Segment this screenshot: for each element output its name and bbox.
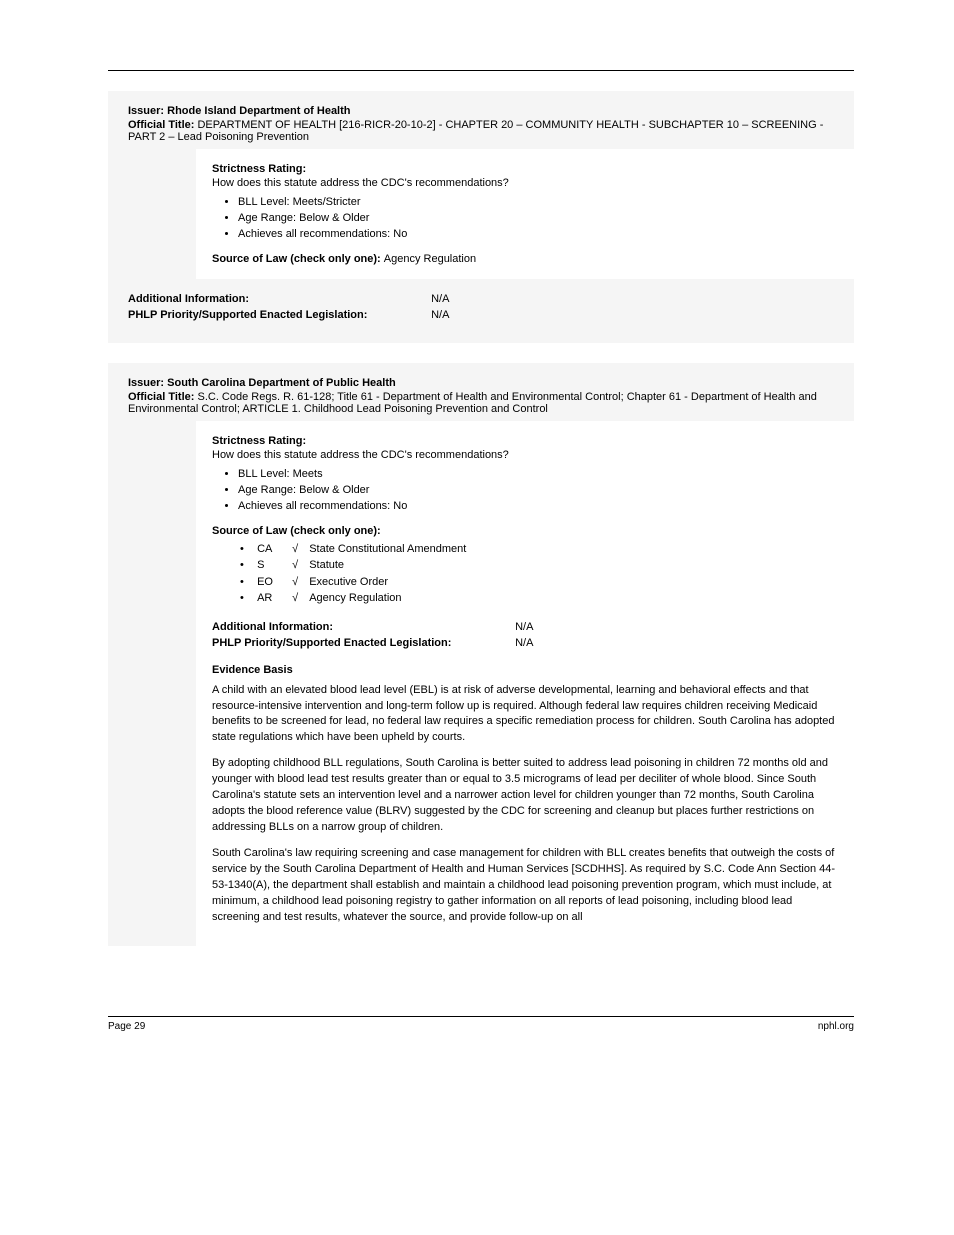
entry-box-south-carolina: Issuer: South Carolina Department of Pub… (108, 363, 854, 946)
source-option: • EO √ Executive Order (240, 574, 838, 591)
act-value: N/A (515, 637, 533, 649)
top-rule (108, 70, 854, 71)
legislation-row: PHLP Priority/Supported Enacted Legislat… (128, 309, 834, 321)
strictness-list: BLL Level: Meets/Stricter Age Range: Bel… (238, 195, 838, 243)
source-name: Statute (309, 557, 344, 574)
source-option: • AR √ Agency Regulation (240, 590, 838, 607)
source-code: S (257, 557, 289, 574)
bullet-icon: • (240, 541, 254, 558)
info-value: N/A (515, 621, 533, 633)
strictness-sub: How does this statute address the CDC's … (212, 177, 838, 189)
entry-header: Issuer: Rhode Island Department of Healt… (108, 91, 854, 149)
info-label: Additional Information: (128, 293, 428, 305)
footer-site: nphl.org (818, 1021, 854, 1032)
issuer-line: Issuer: South Carolina Department of Pub… (128, 377, 834, 389)
official-title-line: Official Title: S.C. Code Regs. R. 61-12… (128, 391, 834, 415)
official-title-line: Official Title: DEPARTMENT OF HEALTH [21… (128, 119, 834, 143)
list-item: Age Range: Below & Older (238, 483, 838, 499)
list-item: BLL Level: Meets/Stricter (238, 195, 838, 211)
evidence-basis: Evidence Basis A child with an elevated … (212, 663, 838, 926)
source-name: Executive Order (309, 574, 388, 591)
strictness-heading: Strictness Rating: (212, 163, 838, 175)
issuer-label: Issuer: (128, 105, 164, 117)
source-of-law-heading: Source of Law (check only one): (212, 525, 838, 537)
source-label: Source of Law (check only one): (212, 253, 381, 265)
info-value: N/A (431, 293, 449, 305)
entry-closer: Additional Information: N/A PHLP Priorit… (108, 279, 854, 343)
source-options: • CA √ State Constitutional Amendment • … (240, 541, 838, 607)
issuer-value: Rhode Island Department of Health (167, 105, 350, 117)
list-item: Achieves all recommendations: No (238, 499, 838, 515)
strictness-heading: Strictness Rating: (212, 435, 838, 447)
page-number: Page 29 (108, 1021, 145, 1032)
bottom-rule (108, 1016, 854, 1017)
entry-body: Strictness Rating: How does this statute… (196, 149, 854, 279)
entry-body: Strictness Rating: How does this statute… (196, 421, 854, 946)
evidence-title: Evidence Basis (212, 663, 838, 679)
list-item: BLL Level: Meets (238, 467, 838, 483)
list-item: Age Range: Below & Older (238, 211, 838, 227)
strictness-sub: How does this statute address the CDC's … (212, 449, 838, 461)
check-icon: √ (292, 541, 306, 558)
issuer-line: Issuer: Rhode Island Department of Healt… (128, 105, 834, 117)
official-title-value: S.C. Code Regs. R. 61-128; Title 61 - De… (128, 391, 817, 415)
source-name: Agency Regulation (309, 590, 401, 607)
bullet-icon: • (240, 590, 254, 607)
bullet-icon: • (240, 557, 254, 574)
issuer-value: South Carolina Department of Public Heal… (167, 377, 396, 389)
source-option: • CA √ State Constitutional Amendment (240, 541, 838, 558)
strictness-list: BLL Level: Meets Age Range: Below & Olde… (238, 467, 838, 515)
bullet-icon: • (240, 574, 254, 591)
source-code: AR (257, 590, 289, 607)
check-icon: √ (292, 590, 306, 607)
official-title-value: DEPARTMENT OF HEALTH [216-RICR-20-10-2] … (128, 119, 823, 143)
entry-box-rhode-island: Issuer: Rhode Island Department of Healt… (108, 91, 854, 343)
page-footer: Page 29 nphl.org (108, 1021, 854, 1032)
source-code: CA (257, 541, 289, 558)
evidence-paragraph: By adopting childhood BLL regulations, S… (212, 756, 838, 836)
list-item: Achieves all recommendations: No (238, 227, 838, 243)
additional-info-row: Additional Information: N/A (212, 621, 838, 633)
source-of-law-line: Source of Law (check only one): Agency R… (212, 253, 838, 265)
additional-info-row: Additional Information: N/A (128, 293, 834, 305)
entry-header: Issuer: South Carolina Department of Pub… (108, 363, 854, 421)
source-code: EO (257, 574, 289, 591)
official-title-label: Official Title: (128, 391, 194, 403)
legislation-row: PHLP Priority/Supported Enacted Legislat… (212, 637, 838, 649)
issuer-label: Issuer: (128, 377, 164, 389)
source-option: • S √ Statute (240, 557, 838, 574)
info-label: Additional Information: (212, 621, 512, 633)
check-icon: √ (292, 557, 306, 574)
source-name: State Constitutional Amendment (309, 541, 466, 558)
evidence-paragraph: South Carolina's law requiring screening… (212, 846, 838, 926)
check-icon: √ (292, 574, 306, 591)
act-value: N/A (431, 309, 449, 321)
act-label: PHLP Priority/Supported Enacted Legislat… (212, 637, 512, 649)
official-title-label: Official Title: (128, 119, 194, 131)
source-value: Agency Regulation (384, 253, 476, 265)
act-label: PHLP Priority/Supported Enacted Legislat… (128, 309, 428, 321)
evidence-paragraph: A child with an elevated blood lead leve… (212, 683, 838, 747)
